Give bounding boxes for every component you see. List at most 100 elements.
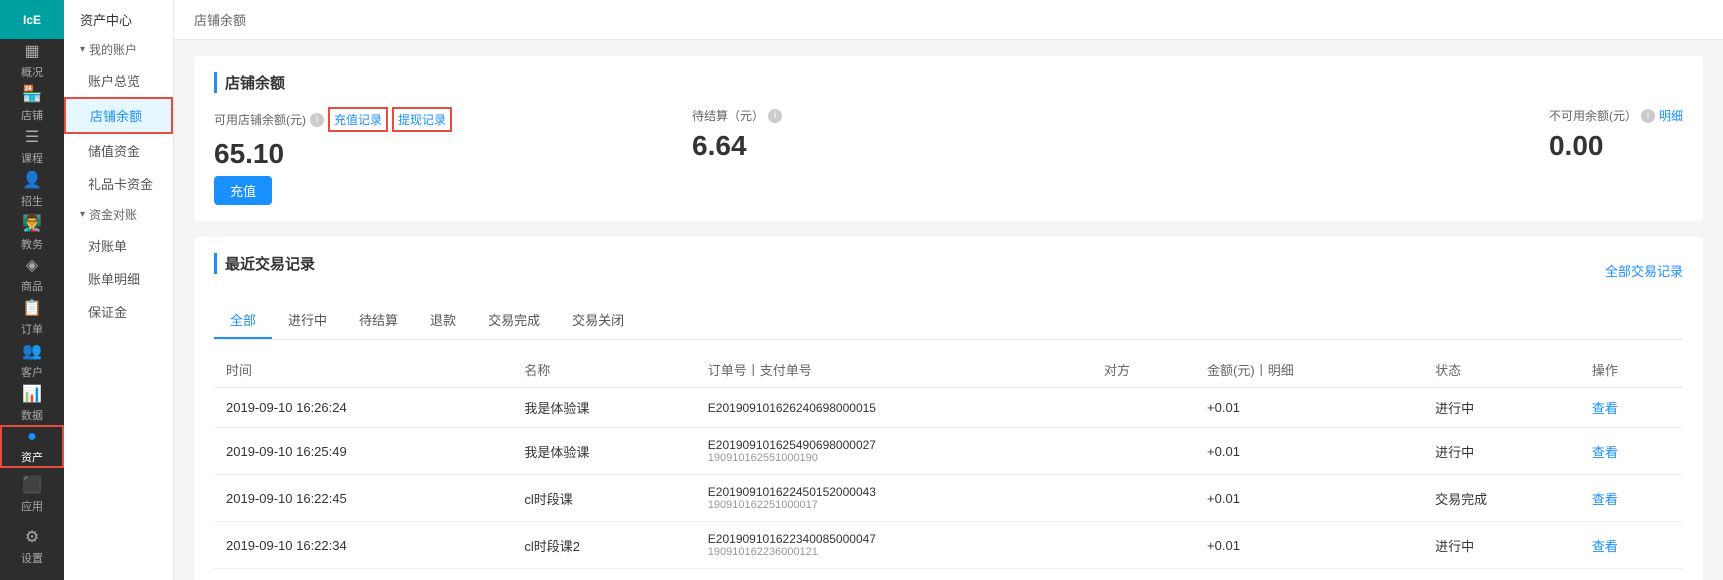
content-area: 店铺余额 可用店铺余额(元) i 充值记录 提现记录 65.10 充值 (174, 40, 1723, 580)
pending-balance-label: 待结算（元） i (692, 107, 782, 124)
cell-time: 2019-09-10 16:26:24 (214, 388, 512, 428)
cell-time: 2019-09-10 16:22:45 (214, 475, 512, 522)
data-icon: 📊 (22, 384, 42, 404)
course-icon: ☰ (25, 127, 39, 147)
asset-icon: ● (27, 428, 37, 446)
chevron-down-icon-2: ▾ (80, 209, 85, 220)
sidebar-item-course[interactable]: ☰ 课程 (0, 125, 64, 168)
chevron-down-icon: ▾ (80, 44, 85, 55)
cell-name: cl时段课 (512, 475, 695, 522)
sidebar-item-order[interactable]: 📋 订单 (0, 296, 64, 339)
cell-time: 2019-09-10 16:22:34 (214, 522, 512, 569)
sidebar-item-recruit[interactable]: 👤 招生 (0, 168, 64, 211)
tab-closed[interactable]: 交易关闭 (556, 302, 640, 339)
sidebar-label-customer: 客户 (21, 364, 43, 380)
nav-link-account-overview[interactable]: 账户总览 (64, 64, 173, 97)
cell-status: 进行中 (1423, 569, 1580, 580)
transactions-table: 时间 名称 订单号丨支付单号 对方 金额(元)丨明细 状态 操作 2019-09… (214, 352, 1683, 580)
cell-counterpart (1092, 388, 1195, 428)
cell-counterpart (1092, 428, 1195, 475)
cell-amount: +0.01 (1195, 388, 1423, 428)
order-icon: 📋 (22, 298, 42, 318)
cell-order: E201909101622190698000063 19091016222100… (696, 569, 1092, 580)
recruit-icon: 👤 (22, 170, 42, 190)
view-all-link[interactable]: 全部交易记录 (1605, 261, 1683, 280)
unavailable-balance-value: 0.00 (1549, 130, 1683, 162)
available-balance-label: 可用店铺余额(元) i 充值记录 提现记录 (214, 107, 452, 132)
tab-complete[interactable]: 交易完成 (472, 302, 556, 339)
sidebar-label-order: 订单 (21, 321, 43, 337)
cell-name: 我是体验课 (512, 428, 695, 475)
cell-status: 进行中 (1423, 388, 1580, 428)
transactions-title: 最近交易记录 (214, 253, 315, 274)
main-content: 店铺余额 店铺余额 可用店铺余额(元) i 充值记录 提现记录 65.10 充值 (174, 0, 1723, 580)
info-icon: i (310, 113, 324, 127)
cell-time: 2019-09-10 16:25:49 (214, 428, 512, 475)
tab-refund[interactable]: 退款 (414, 302, 472, 339)
col-name: 名称 (512, 352, 695, 388)
sidebar-item-data[interactable]: 📊 数据 (0, 382, 64, 425)
cell-action[interactable]: 查看 (1580, 569, 1683, 580)
sidebar-item-goods[interactable]: ◈ 商品 (0, 253, 64, 296)
cell-status: 进行中 (1423, 428, 1580, 475)
cell-counterpart (1092, 475, 1195, 522)
tab-inprogress[interactable]: 进行中 (272, 302, 343, 339)
cell-status: 进行中 (1423, 522, 1580, 569)
nav-link-store-balance[interactable]: 店铺余额 (64, 97, 173, 134)
nav-link-deposit[interactable]: 保证金 (64, 295, 173, 328)
sidebar-item-store[interactable]: 🏪 店铺 (0, 82, 64, 125)
sidebar-logo: IcE (0, 0, 64, 39)
pending-balance-block: 待结算（元） i 6.64 (692, 107, 1509, 162)
unavailable-info-icon: i (1641, 109, 1655, 123)
cell-amount: +0.01 (1195, 428, 1423, 475)
cell-amount: +0.01 (1195, 522, 1423, 569)
cell-action[interactable]: 查看 (1580, 475, 1683, 522)
available-balance-value: 65.10 (214, 138, 452, 170)
table-row: 2019-09-10 16:22:45 cl时段课 E2019091016224… (214, 475, 1683, 522)
table-row: 2019-09-10 16:22:34 cl时段课2 E201909101622… (214, 522, 1683, 569)
unavailable-balance-block: 不可用余额(元） i 明细 0.00 (1549, 107, 1683, 162)
cell-action[interactable]: 查看 (1580, 388, 1683, 428)
recharge-button[interactable]: 充值 (214, 176, 272, 205)
sidebar-label-goods: 商品 (21, 278, 43, 294)
sidebar-label-asset: 资产 (21, 449, 43, 465)
cell-action[interactable]: 查看 (1580, 522, 1683, 569)
cell-order: E201909101625490698000027 19091016255100… (696, 428, 1092, 475)
cell-name: cl时段课2 (512, 569, 695, 580)
sidebar-label-data: 数据 (21, 407, 43, 423)
nav-link-account-detail[interactable]: 账单明细 (64, 262, 173, 295)
sidebar-label-course: 课程 (21, 150, 43, 166)
nav-group-my-account[interactable]: ▾ 我的账户 (64, 35, 173, 64)
sidebar-item-teacher[interactable]: 👨‍🏫 教务 (0, 211, 64, 254)
sidebar-item-asset[interactable]: ● 资产 (0, 425, 64, 468)
col-time: 时间 (214, 352, 512, 388)
cell-name: 我是体验课 (512, 388, 695, 428)
tab-pending[interactable]: 待结算 (343, 302, 414, 339)
cell-name: cl时段课2 (512, 522, 695, 569)
nav-section-title: 资产中心 (64, 0, 173, 35)
action-view-link[interactable]: 查看 (1592, 445, 1618, 460)
recharge-record-link[interactable]: 充值记录 (328, 107, 388, 132)
nav-link-gift-card[interactable]: 礼品卡资金 (64, 167, 173, 200)
sidebar-label-apps: 应用 (21, 498, 43, 514)
nav-group-fund-account[interactable]: ▾ 资金对账 (64, 200, 173, 229)
tab-all[interactable]: 全部 (214, 302, 272, 339)
action-view-link[interactable]: 查看 (1592, 539, 1618, 554)
sidebar-item-overview[interactable]: ▦ 概况 (0, 39, 64, 82)
action-view-link[interactable]: 查看 (1592, 401, 1618, 416)
nav-link-reconciliation[interactable]: 对账单 (64, 229, 173, 262)
action-view-link[interactable]: 查看 (1592, 492, 1618, 507)
sidebar-item-apps[interactable]: ⬛ 应用 (0, 468, 64, 520)
unavailable-detail-link[interactable]: 明细 (1659, 107, 1683, 124)
balance-card-title: 店铺余额 (214, 72, 1683, 93)
withdraw-record-link[interactable]: 提现记录 (392, 107, 452, 132)
cell-status: 交易完成 (1423, 475, 1580, 522)
pending-balance-value: 6.64 (692, 130, 747, 162)
nav-link-stored-value[interactable]: 储值资金 (64, 134, 173, 167)
cell-action[interactable]: 查看 (1580, 428, 1683, 475)
table-row: 2019-09-10 16:26:24 我是体验课 E2019091016262… (214, 388, 1683, 428)
table-row: 2019-09-10 16:22:19 cl时段课2 E201909101622… (214, 569, 1683, 580)
sidebar-item-customer[interactable]: 👥 客户 (0, 339, 64, 382)
unavailable-balance-label: 不可用余额(元） i 明细 (1549, 107, 1683, 124)
sidebar-item-settings[interactable]: ⚙ 设置 (0, 520, 64, 572)
